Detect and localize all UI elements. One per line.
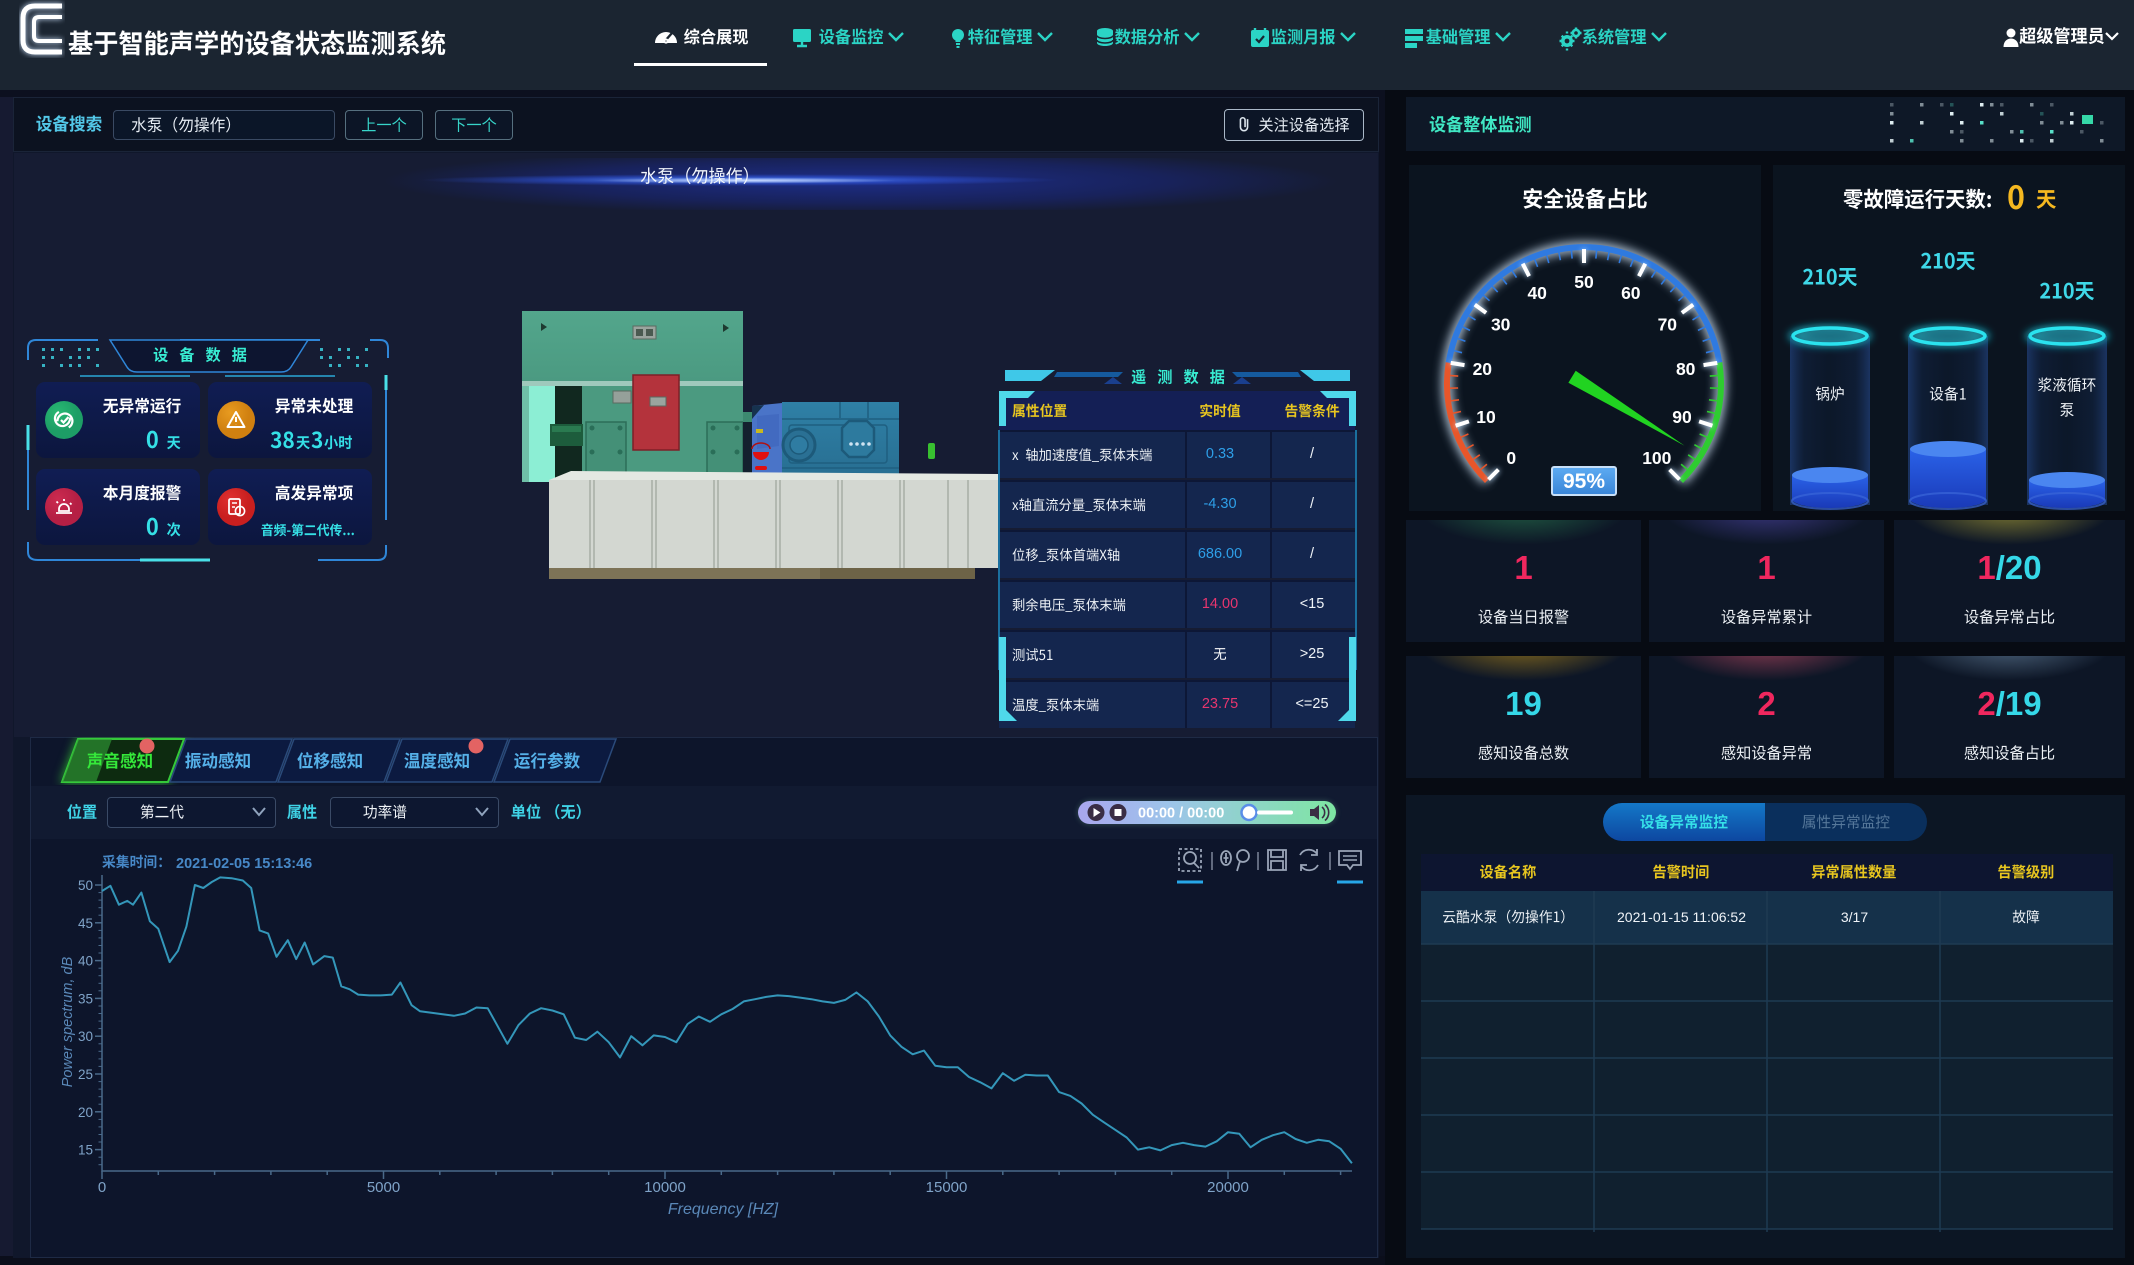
svg-text:5000: 5000 xyxy=(367,1179,400,1196)
svg-text:Frequency [HZ]: Frequency [HZ] xyxy=(668,1201,779,1218)
svg-text:20: 20 xyxy=(1473,359,1493,379)
svg-text:40: 40 xyxy=(78,954,93,969)
svg-text:40: 40 xyxy=(1527,283,1547,303)
svg-text:70: 70 xyxy=(1658,315,1678,335)
svg-text:Power spectrum, dB: Power spectrum, dB xyxy=(60,956,76,1087)
svg-text:50: 50 xyxy=(1574,272,1594,292)
svg-text:45: 45 xyxy=(78,916,93,931)
svg-text:30: 30 xyxy=(1491,315,1511,335)
svg-text:20000: 20000 xyxy=(1207,1179,1249,1196)
svg-text:0: 0 xyxy=(1506,448,1516,468)
svg-text:50: 50 xyxy=(78,878,93,893)
svg-text:10000: 10000 xyxy=(644,1179,686,1196)
svg-text:35: 35 xyxy=(78,991,93,1006)
svg-text:15: 15 xyxy=(78,1143,93,1158)
svg-text:30: 30 xyxy=(78,1029,93,1044)
svg-text:90: 90 xyxy=(1672,407,1692,427)
svg-text:80: 80 xyxy=(1676,359,1696,379)
svg-text:10: 10 xyxy=(1476,407,1496,427)
svg-text:15000: 15000 xyxy=(926,1179,968,1196)
svg-text:100: 100 xyxy=(1642,448,1671,468)
svg-text:60: 60 xyxy=(1621,283,1641,303)
svg-text:20: 20 xyxy=(78,1105,93,1120)
svg-text:0: 0 xyxy=(98,1179,106,1196)
svg-text:25: 25 xyxy=(78,1067,93,1082)
